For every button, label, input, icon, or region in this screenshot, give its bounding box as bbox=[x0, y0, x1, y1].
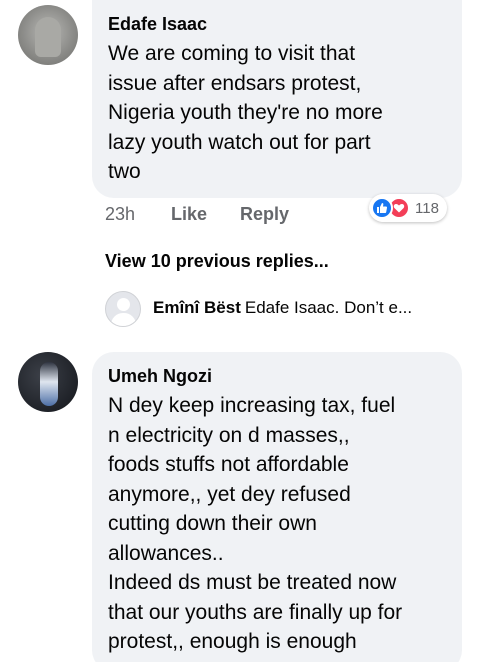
reply-author[interactable]: Emînî Bëst bbox=[153, 298, 241, 317]
reply-text: Edafe Isaac. Don’t e... bbox=[244, 298, 413, 317]
comment-author[interactable]: Umeh Ngozi bbox=[108, 364, 446, 388]
avatar-emini-best[interactable] bbox=[105, 291, 141, 327]
comment-text: N dey keep increasing tax, fuel n electr… bbox=[108, 394, 403, 653]
reactions-summary[interactable]: 118 bbox=[369, 194, 447, 222]
reaction-count: 118 bbox=[415, 199, 439, 217]
avatar-photo bbox=[40, 362, 58, 406]
default-avatar-head bbox=[117, 298, 130, 311]
comment-author[interactable]: Edafe Isaac bbox=[108, 12, 446, 36]
like-button[interactable]: Like bbox=[171, 204, 207, 225]
comment-text: We are coming to visit that issue after … bbox=[108, 42, 383, 183]
comment-timestamp[interactable]: 23h bbox=[105, 204, 135, 225]
avatar-umeh-ngozi[interactable] bbox=[18, 352, 78, 412]
default-avatar-body bbox=[111, 313, 136, 326]
reply-preview[interactable]: Emînî Bëst Edafe Isaac. Don’t e... bbox=[153, 298, 412, 318]
comment-bubble: Edafe Isaac We are coming to visit that … bbox=[92, 0, 462, 198]
view-previous-replies-link[interactable]: View 10 previous replies... bbox=[105, 251, 329, 272]
like-icon bbox=[371, 197, 393, 219]
avatar-edafe-isaac[interactable] bbox=[18, 5, 78, 65]
avatar-photo bbox=[35, 17, 61, 57]
reply-button[interactable]: Reply bbox=[240, 204, 289, 225]
comment-bubble: Umeh Ngozi N dey keep increasing tax, fu… bbox=[92, 352, 462, 662]
